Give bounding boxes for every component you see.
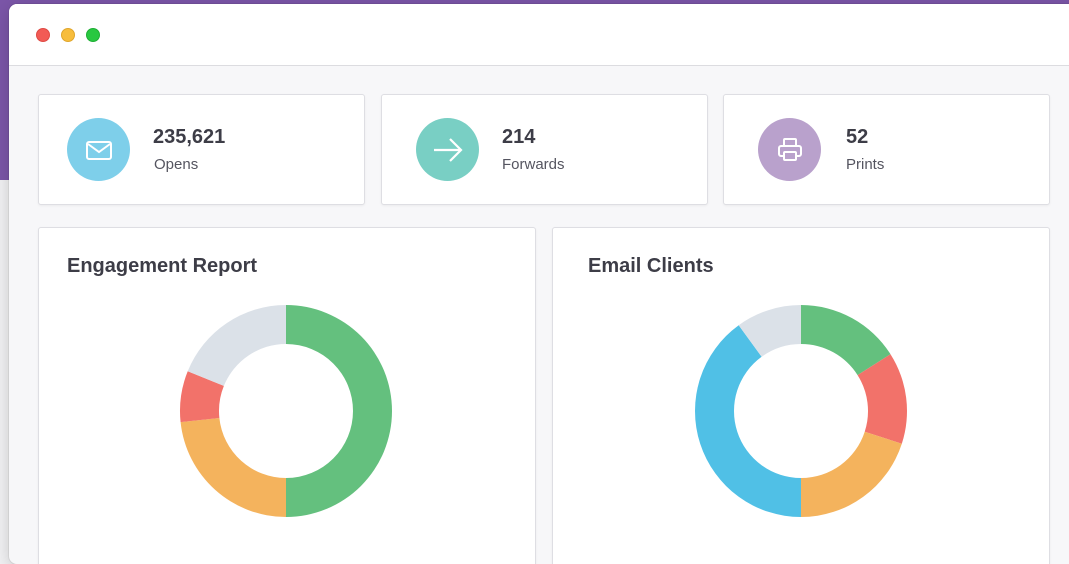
forwards-icon-circle xyxy=(416,118,479,181)
engagement-slice xyxy=(180,418,286,517)
opens-icon-circle xyxy=(67,118,130,181)
stat-card-forwards: 214 Forwards xyxy=(381,94,708,205)
minimize-window-button[interactable] xyxy=(61,28,75,42)
email-clients-title: Email Clients xyxy=(588,255,714,277)
window-titlebar xyxy=(9,4,1069,66)
forwards-value: 214 xyxy=(502,126,536,148)
forwards-label: Forwards xyxy=(502,156,565,173)
engagement-report-panel: Engagement Report xyxy=(38,227,536,564)
close-window-button[interactable] xyxy=(36,28,50,42)
prints-label: Prints xyxy=(846,156,885,173)
printer-icon xyxy=(777,137,802,161)
app-window: 235,621 Opens 214 Forwards 52 Prints Eng… xyxy=(9,4,1069,564)
engagement-slice xyxy=(187,305,286,386)
email-clients-panel: Email Clients xyxy=(552,227,1050,564)
email-clients-slice xyxy=(801,431,902,517)
opens-label: Opens xyxy=(154,156,199,173)
engagement-report-title: Engagement Report xyxy=(67,255,258,277)
engagement-donut-chart xyxy=(180,305,392,517)
engagement-slice xyxy=(286,305,392,517)
email-clients-slice xyxy=(695,325,801,517)
maximize-window-button[interactable] xyxy=(86,28,100,42)
prints-value: 52 xyxy=(846,126,869,148)
opens-value: 235,621 xyxy=(153,126,226,148)
prints-icon-circle xyxy=(758,118,821,181)
arrow-right-icon xyxy=(433,137,463,162)
email-clients-donut-chart xyxy=(695,305,907,517)
stat-card-prints: 52 Prints xyxy=(723,94,1050,205)
stat-card-opens: 235,621 Opens xyxy=(38,94,365,205)
envelope-icon xyxy=(85,140,112,160)
